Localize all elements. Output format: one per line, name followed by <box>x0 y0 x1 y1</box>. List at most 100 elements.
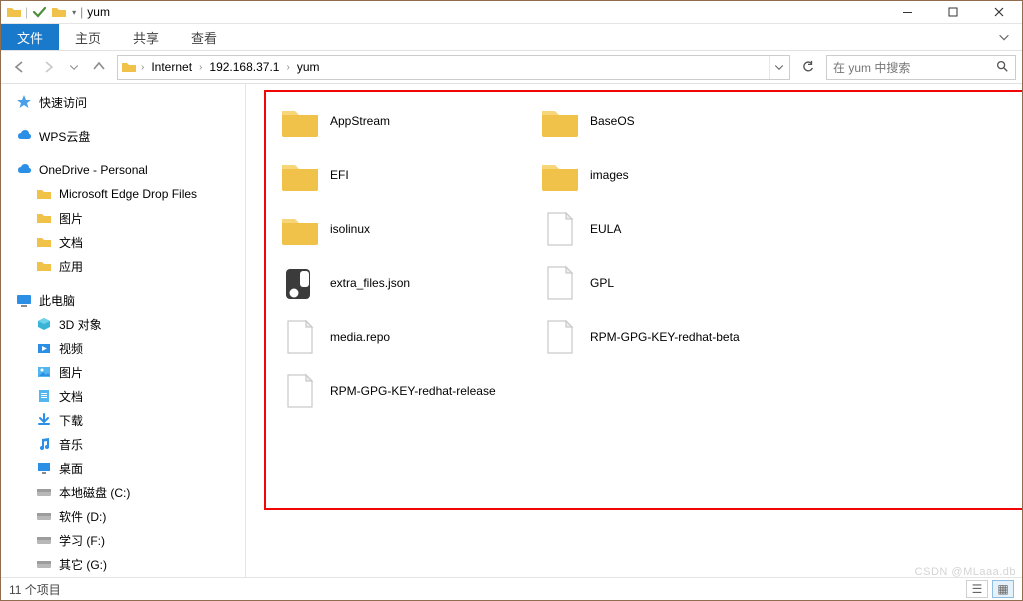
tree-item[interactable]: 应用 <box>1 254 245 278</box>
refresh-button[interactable] <box>796 55 820 79</box>
tab-share[interactable]: 共享 <box>117 24 175 50</box>
close-button[interactable] <box>976 1 1022 23</box>
video-icon <box>35 339 53 357</box>
file-icon <box>280 317 320 357</box>
file-name: GPL <box>590 276 614 290</box>
tree-item-label: 此电脑 <box>39 292 75 309</box>
drive-icon <box>35 555 53 573</box>
file-item[interactable]: RPM-GPG-KEY-redhat-beta <box>538 314 798 360</box>
breadcrumb-sep-icon[interactable]: › <box>196 62 205 73</box>
tree-item-label: 应用 <box>59 258 83 275</box>
file-item[interactable]: media.repo <box>278 314 538 360</box>
pictures-icon <box>35 363 53 381</box>
star-blue-icon <box>15 93 33 111</box>
address-folder-icon <box>120 59 138 75</box>
address-bar[interactable]: › Internet › 192.168.37.1 › yum <box>117 55 790 80</box>
tree-item[interactable]: 图片 <box>1 360 245 384</box>
tree-item[interactable]: 下载 <box>1 408 245 432</box>
file-item[interactable]: EULA <box>538 206 798 252</box>
tree-item[interactable]: Microsoft Edge Drop Files <box>1 182 245 206</box>
search-input[interactable]: 在 yum 中搜索 <box>826 55 1016 80</box>
nav-bar: › Internet › 192.168.37.1 › yum 在 yum 中搜… <box>1 51 1022 84</box>
quick-access-toolbar: | ▾ <box>1 3 76 21</box>
tree-item-label: 视频 <box>59 340 83 357</box>
title-bar: | ▾ | yum <box>1 1 1022 24</box>
file-item[interactable]: RPM-GPG-KEY-redhat-release <box>278 368 538 414</box>
file-item[interactable]: images <box>538 152 798 198</box>
tree-item-label: 软件 (D:) <box>59 508 106 525</box>
file-name: AppStream <box>330 114 390 128</box>
tree-item[interactable]: 学习 (F:) <box>1 528 245 552</box>
tree-item-label: 桌面 <box>59 460 83 477</box>
tab-home[interactable]: 主页 <box>59 24 117 50</box>
back-button[interactable] <box>7 55 31 79</box>
ribbon-tabs: 文件 主页 共享 查看 <box>1 24 1022 51</box>
minimize-button[interactable] <box>884 1 930 23</box>
ribbon-expand-icon[interactable] <box>986 24 1022 50</box>
tree-item[interactable]: 桌面 <box>1 456 245 480</box>
file-item[interactable]: GPL <box>538 260 798 306</box>
tree-item[interactable]: 文档 <box>1 384 245 408</box>
folder-yellow-icon <box>35 257 53 275</box>
folder-icon <box>540 101 580 141</box>
qat-folder-icon[interactable] <box>5 3 23 21</box>
file-name: images <box>590 168 629 182</box>
maximize-button[interactable] <box>930 1 976 23</box>
tree-item[interactable]: 快速访问 <box>1 90 245 114</box>
tab-view[interactable]: 查看 <box>175 24 233 50</box>
tree-item[interactable]: 软件 (D:) <box>1 504 245 528</box>
file-name: media.repo <box>330 330 390 344</box>
window-controls <box>884 1 1022 23</box>
tree-item-label: 快速访问 <box>39 94 87 111</box>
folder-yellow-icon <box>35 233 53 251</box>
tree-item[interactable]: 本地磁盘 (C:) <box>1 480 245 504</box>
qat-overflow-icon[interactable] <box>50 3 68 21</box>
tree-item-label: 图片 <box>59 210 83 227</box>
nav-tree[interactable]: 快速访问 WPS云盘 OneDrive - PersonalMicrosoft Ed… <box>1 84 246 577</box>
cloud-blue-icon <box>15 161 33 179</box>
file-item[interactable]: BaseOS <box>538 98 798 144</box>
file-name: RPM-GPG-KEY-redhat-release <box>330 384 496 398</box>
json-icon <box>280 263 320 303</box>
content-area[interactable]: AppStream BaseOS EFI images isolinuxEULA extr… <box>246 84 1022 577</box>
tree-item[interactable]: 其它 (G:) <box>1 552 245 576</box>
tree-item-label: 3D 对象 <box>59 316 102 333</box>
file-item[interactable]: extra_files.json <box>278 260 538 306</box>
view-details-button[interactable]: ☰ <box>966 580 988 598</box>
address-dropdown-icon[interactable] <box>769 56 787 79</box>
breadcrumb-sep-icon[interactable]: › <box>138 62 147 73</box>
tree-item-label: 文档 <box>59 234 83 251</box>
tree-item-label: 文档 <box>59 388 83 405</box>
up-button[interactable] <box>87 55 111 79</box>
file-item[interactable]: EFI <box>278 152 538 198</box>
file-name: extra_files.json <box>330 276 410 290</box>
view-icons-button[interactable]: ▦ <box>992 580 1014 598</box>
breadcrumb-0[interactable]: Internet <box>147 60 196 74</box>
breadcrumb-sep-icon[interactable]: › <box>283 62 292 73</box>
file-name: BaseOS <box>590 114 635 128</box>
breadcrumb-1[interactable]: 192.168.37.1 <box>205 60 283 74</box>
tree-item[interactable]: 视频 <box>1 336 245 360</box>
file-item[interactable]: isolinux <box>278 206 538 252</box>
title-separator: | <box>80 5 83 19</box>
tree-item[interactable]: 3D 对象 <box>1 312 245 336</box>
tree-item[interactable]: WPS云盘 <box>1 124 245 148</box>
qat-check-icon[interactable] <box>30 3 48 21</box>
search-icon[interactable] <box>995 59 1009 76</box>
tree-item[interactable]: 此电脑 <box>1 288 245 312</box>
tree-item-label: 下载 <box>59 412 83 429</box>
file-item[interactable]: AppStream <box>278 98 538 144</box>
download-icon <box>35 411 53 429</box>
forward-button[interactable] <box>37 55 61 79</box>
tab-file[interactable]: 文件 <box>1 24 59 50</box>
tree-item-label: 本地磁盘 (C:) <box>59 484 130 501</box>
folder-icon <box>280 209 320 249</box>
tree-item[interactable]: OneDrive - Personal <box>1 158 245 182</box>
tree-item[interactable]: 音乐 <box>1 432 245 456</box>
breadcrumb-2[interactable]: yum <box>293 60 324 74</box>
file-icon <box>540 209 580 249</box>
qat-dropdown-icon[interactable]: ▾ <box>72 8 76 17</box>
recent-locations-button[interactable] <box>67 55 81 79</box>
tree-item[interactable]: 图片 <box>1 206 245 230</box>
tree-item[interactable]: 文档 <box>1 230 245 254</box>
